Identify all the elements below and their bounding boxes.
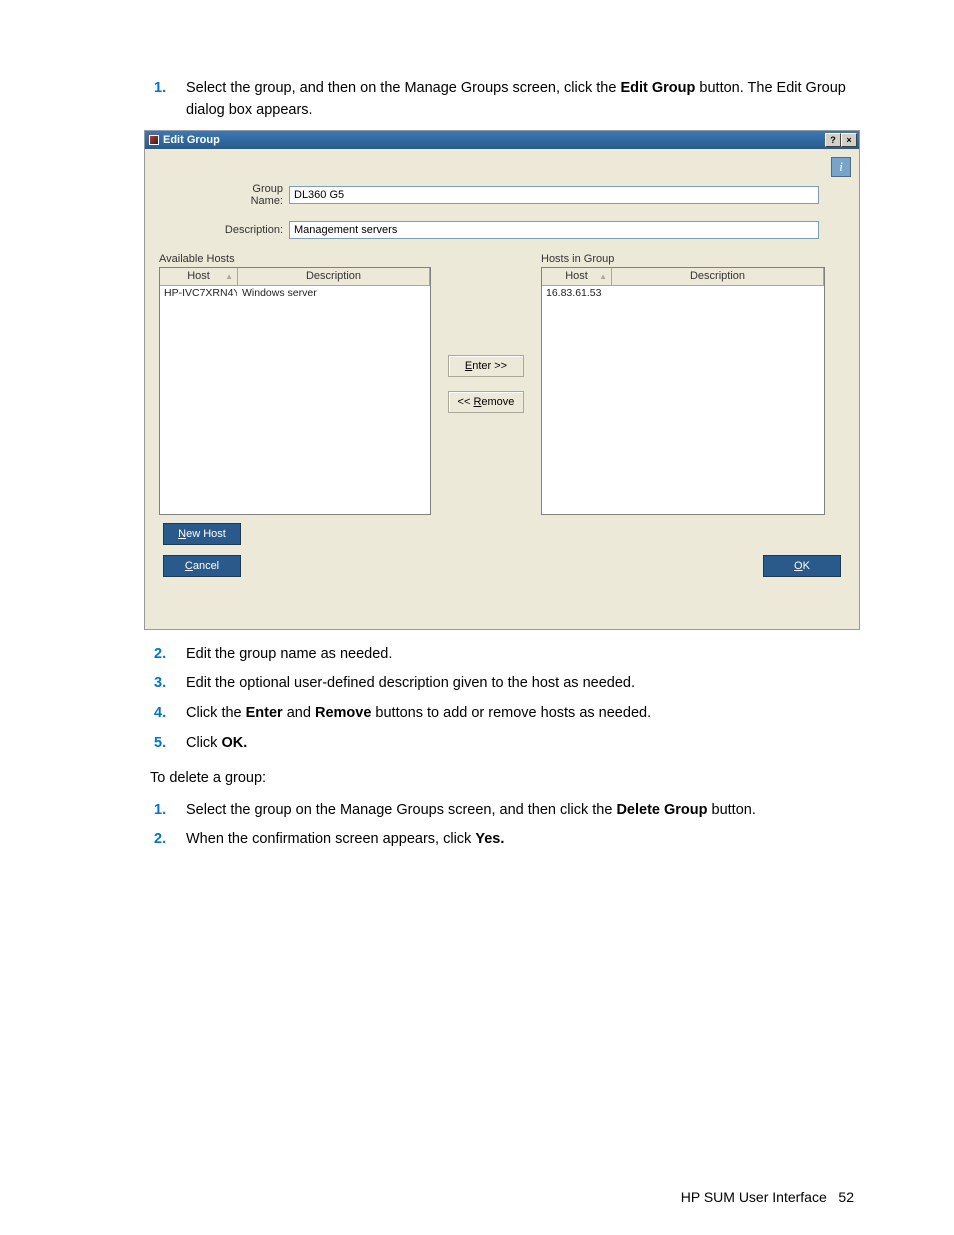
enter-button[interactable]: Enter >>: [448, 355, 524, 377]
sort-icon: ▲: [599, 272, 607, 281]
hosts-in-group-table[interactable]: Host▲ Description 16.83.61.53: [541, 267, 825, 515]
close-button[interactable]: ×: [841, 133, 857, 147]
table-row[interactable]: HP-IVC7XRN4YF1F Windows server: [160, 286, 430, 302]
available-hosts-label: Available Hosts: [159, 253, 431, 265]
description-label: Description:: [221, 224, 289, 236]
column-header-host[interactable]: Host▲: [542, 268, 612, 286]
group-name-input[interactable]: [289, 186, 819, 204]
step-item: Select the group, and then on the Manage…: [150, 78, 854, 122]
description-input[interactable]: [289, 221, 819, 239]
hosts-in-group-label: Hosts in Group: [541, 253, 825, 265]
column-header-desc[interactable]: Description: [612, 268, 824, 286]
step-list-delete: Select the group on the Manage Groups sc…: [150, 800, 854, 852]
footer-label: HP SUM User Interface: [681, 1189, 827, 1205]
ok-button[interactable]: OK: [763, 555, 841, 577]
remove-button[interactable]: << Remove: [448, 391, 524, 413]
step-item: When the confirmation screen appears, cl…: [150, 829, 854, 851]
app-icon: [149, 135, 159, 145]
cell-host: 16.83.61.53: [542, 286, 612, 302]
step-item: Select the group on the Manage Groups sc…: [150, 800, 854, 822]
dialog-title: Edit Group: [163, 134, 220, 146]
sort-icon: ▲: [225, 272, 233, 281]
step-item: Edit the optional user-defined descripti…: [150, 673, 854, 695]
step-text: Select the group, and then on the Manage…: [186, 80, 620, 96]
cell-desc: [612, 286, 824, 302]
step-item: Edit the group name as needed.: [150, 644, 854, 666]
cell-host: HP-IVC7XRN4YF1F: [160, 286, 238, 302]
column-header-desc[interactable]: Description: [238, 268, 430, 286]
step-list-1: Select the group, and then on the Manage…: [150, 78, 854, 122]
help-button[interactable]: ?: [825, 133, 841, 147]
cancel-button[interactable]: Cancel: [163, 555, 241, 577]
info-icon[interactable]: i: [831, 157, 851, 177]
page-footer: HP SUM User Interface 52: [681, 1189, 854, 1205]
new-host-button[interactable]: New Host: [163, 523, 241, 545]
dialog-titlebar: Edit Group ? ×: [145, 131, 859, 149]
step-item: Click the Enter and Remove buttons to ad…: [150, 703, 854, 725]
page-number: 52: [838, 1189, 854, 1205]
step-item: Click OK.: [150, 733, 854, 755]
cell-desc: Windows server: [238, 286, 430, 302]
delete-group-intro: To delete a group:: [150, 767, 854, 790]
step-bold: Edit Group: [620, 80, 695, 96]
table-row[interactable]: 16.83.61.53: [542, 286, 824, 302]
column-header-host[interactable]: Host▲: [160, 268, 238, 286]
step-list-2: Edit the group name as needed. Edit the …: [150, 644, 854, 755]
group-name-label: Group Name:: [221, 183, 289, 207]
edit-group-dialog: Edit Group ? × i Group Name: Description…: [144, 130, 860, 630]
available-hosts-table[interactable]: Host▲ Description HP-IVC7XRN4YF1F Window…: [159, 267, 431, 515]
